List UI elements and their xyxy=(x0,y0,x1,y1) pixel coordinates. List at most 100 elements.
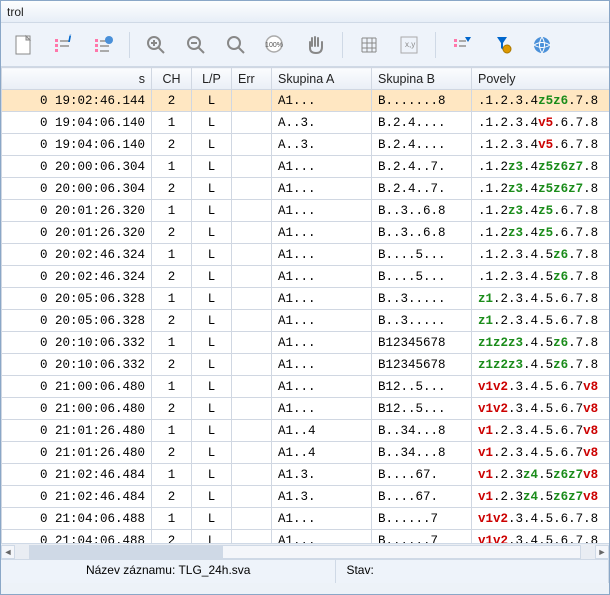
cell-sa: A1..4 xyxy=(272,442,372,464)
table-row[interactable]: 0 20:01:26.3201LA1...B..3..6.8.1.2z3.4z5… xyxy=(2,200,610,222)
cell-err xyxy=(232,420,272,442)
globe-icon[interactable] xyxy=(528,31,556,59)
status-stav: Stav: xyxy=(336,560,609,583)
zoom-out-icon[interactable] xyxy=(182,31,210,59)
col-sb[interactable]: Skupina B xyxy=(372,68,472,90)
table-row[interactable]: 0 21:00:06.4801LA1...B12..5...v1v2.3.4.5… xyxy=(2,376,610,398)
table-row[interactable]: 0 20:01:26.3202LA1...B..3..6.8.1.2z3.4z5… xyxy=(2,222,610,244)
scroll-track[interactable] xyxy=(29,545,581,559)
cell-sb: B12..5... xyxy=(372,376,472,398)
cell-lp: L xyxy=(192,200,232,222)
details-icon[interactable] xyxy=(89,31,117,59)
table-row[interactable]: 0 20:00:06.3042LA1...B.2.4..7..1.2z3.4z5… xyxy=(2,178,610,200)
status-record: Název záznamu: TLG_24h.sva xyxy=(1,560,336,583)
cell-sa: A1... xyxy=(272,200,372,222)
cell-lp: L xyxy=(192,244,232,266)
filter-gear-icon[interactable] xyxy=(488,31,516,59)
details-info-icon[interactable]: i xyxy=(49,31,77,59)
grid-icon[interactable] xyxy=(355,31,383,59)
cell-sb: B.2.4.... xyxy=(372,134,472,156)
cell-sa: A1... xyxy=(272,178,372,200)
cell-sa: A1.3. xyxy=(272,464,372,486)
table-row[interactable]: 0 20:02:46.3242LA1...B....5....1.2.3.4.5… xyxy=(2,266,610,288)
cell-ch: 1 xyxy=(152,156,192,178)
cell-ch: 1 xyxy=(152,112,192,134)
cell-time: 0 20:01:26.320 xyxy=(2,200,152,222)
svg-text:x,y: x,y xyxy=(405,40,415,49)
table-row[interactable]: 0 19:04:06.1401LA..3.B.2.4.....1.2.3.4v5… xyxy=(2,112,610,134)
pan-icon[interactable] xyxy=(302,31,330,59)
cell-sb: B12345678 xyxy=(372,332,472,354)
zoom-100-icon[interactable]: 100% xyxy=(262,31,290,59)
table-row[interactable]: 0 21:02:46.4842LA1.3.B....67.v1.2.3z4.5z… xyxy=(2,486,610,508)
col-ch[interactable]: CH xyxy=(152,68,192,90)
zoom-icon[interactable] xyxy=(222,31,250,59)
status-record-label: Název záznamu: xyxy=(86,563,175,577)
horizontal-scrollbar[interactable]: ◄ ► xyxy=(1,543,609,559)
cell-lp: L xyxy=(192,376,232,398)
cell-time: 0 21:02:46.484 xyxy=(2,464,152,486)
table-row[interactable]: 0 21:00:06.4802LA1...B12..5...v1v2.3.4.5… xyxy=(2,398,610,420)
table-row[interactable]: 0 19:02:46.1442LA1...B.......8.1.2.3.4z5… xyxy=(2,90,610,112)
cell-povely: .1.2z3.4z5.6.7.8 xyxy=(472,200,610,222)
cell-err xyxy=(232,156,272,178)
table-row[interactable]: 0 20:02:46.3241LA1...B....5....1.2.3.4.5… xyxy=(2,244,610,266)
table-row[interactable]: 0 20:10:06.3321LA1...B12345678z1z2z3.4.5… xyxy=(2,332,610,354)
scroll-thumb[interactable] xyxy=(30,546,223,558)
table-row[interactable]: 0 20:05:06.3281LA1...B..3.....z1.2.3.4.5… xyxy=(2,288,610,310)
cell-sa: A1..4 xyxy=(272,420,372,442)
header-row: s CH L/P Err Skupina A Skupina B Povely xyxy=(2,68,610,90)
table-row[interactable]: 0 19:04:06.1402LA..3.B.2.4.....1.2.3.4v5… xyxy=(2,134,610,156)
table-row[interactable]: 0 20:00:06.3041LA1...B.2.4..7..1.2z3.4z5… xyxy=(2,156,610,178)
cell-lp: L xyxy=(192,90,232,112)
table-row[interactable]: 0 20:05:06.3282LA1...B..3.....z1.2.3.4.5… xyxy=(2,310,610,332)
cell-time: 0 21:00:06.480 xyxy=(2,398,152,420)
cell-povely: z1.2.3.4.5.6.7.8 xyxy=(472,310,610,332)
cell-povely: .1.2z3.4z5z6z7.8 xyxy=(472,178,610,200)
status-record-value: TLG_24h.sva xyxy=(178,563,250,577)
scroll-left-arrow[interactable]: ◄ xyxy=(1,545,15,559)
col-err[interactable]: Err xyxy=(232,68,272,90)
table-row[interactable]: 0 21:01:26.4802LA1..4B..34...8v1.2.3.4.5… xyxy=(2,442,610,464)
data-grid[interactable]: s CH L/P Err Skupina A Skupina B Povely … xyxy=(1,67,609,543)
filter-list-icon[interactable] xyxy=(448,31,476,59)
cell-err xyxy=(232,222,272,244)
table-row[interactable]: 0 20:10:06.3322LA1...B12345678z1z2z3.4.5… xyxy=(2,354,610,376)
cell-err xyxy=(232,112,272,134)
table-row[interactable]: 0 21:04:06.4882LA1...B......7v1v2.3.4.5.… xyxy=(2,530,610,544)
cell-lp: L xyxy=(192,156,232,178)
zoom-in-icon[interactable] xyxy=(142,31,170,59)
cell-err xyxy=(232,332,272,354)
cell-sa: A1... xyxy=(272,156,372,178)
col-time[interactable]: s xyxy=(2,68,152,90)
cell-ch: 2 xyxy=(152,398,192,420)
cell-sb: B12345678 xyxy=(372,354,472,376)
cell-lp: L xyxy=(192,354,232,376)
col-lp[interactable]: L/P xyxy=(192,68,232,90)
cell-err xyxy=(232,464,272,486)
cell-time: 0 19:04:06.140 xyxy=(2,112,152,134)
cell-sa: A1... xyxy=(272,530,372,544)
col-po[interactable]: Povely xyxy=(472,68,610,90)
cell-ch: 1 xyxy=(152,332,192,354)
page-icon[interactable] xyxy=(9,31,37,59)
xy-icon[interactable]: x,y xyxy=(395,31,423,59)
table-row[interactable]: 0 21:02:46.4841LA1.3.B....67.v1.2.3z4.5z… xyxy=(2,464,610,486)
cell-lp: L xyxy=(192,112,232,134)
cell-lp: L xyxy=(192,530,232,544)
cell-lp: L xyxy=(192,464,232,486)
cell-lp: L xyxy=(192,486,232,508)
cell-ch: 1 xyxy=(152,200,192,222)
cell-err xyxy=(232,508,272,530)
cell-err xyxy=(232,244,272,266)
cell-err xyxy=(232,530,272,544)
col-sa[interactable]: Skupina A xyxy=(272,68,372,90)
cell-ch: 2 xyxy=(152,134,192,156)
table-row[interactable]: 0 21:04:06.4881LA1...B......7v1v2.3.4.5.… xyxy=(2,508,610,530)
cell-err xyxy=(232,178,272,200)
cell-time: 0 21:04:06.488 xyxy=(2,508,152,530)
cell-time: 0 20:01:26.320 xyxy=(2,222,152,244)
scroll-right-arrow[interactable]: ► xyxy=(595,545,609,559)
table-row[interactable]: 0 21:01:26.4801LA1..4B..34...8v1.2.3.4.5… xyxy=(2,420,610,442)
cell-sa: A1.3. xyxy=(272,486,372,508)
